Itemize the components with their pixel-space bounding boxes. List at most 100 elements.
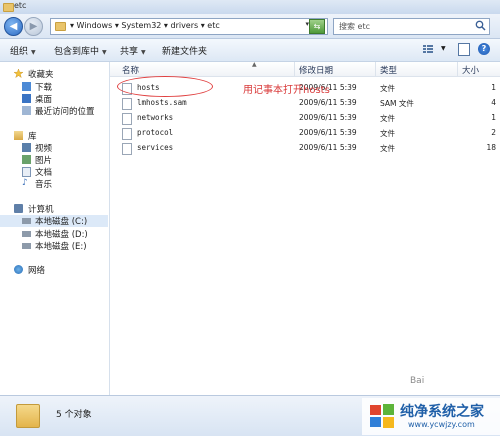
nav-music[interactable]: ♪ 音乐	[0, 178, 108, 191]
address-bar[interactable]: ▾ Windows ▾ System32 ▾ drivers ▾ etc ▾ ⇆	[50, 18, 328, 35]
nav-videos[interactable]: 视频	[0, 142, 108, 154]
sort-ascending-icon: ▲	[252, 61, 257, 68]
file-type: 文件	[380, 84, 395, 93]
item-count: 5 个对象	[56, 410, 92, 420]
include-library-button[interactable]: 包含到库中 ▼	[54, 44, 107, 57]
folder-icon	[3, 3, 14, 12]
file-row[interactable]: services 2009/6/11 5:39 文件 18	[110, 142, 500, 156]
star-icon	[14, 69, 23, 78]
nav-music-label: 音乐	[35, 180, 53, 190]
file-size: 4	[491, 98, 496, 107]
window-title: etc	[14, 1, 27, 10]
nav-favorites-label: 收藏夹	[28, 70, 54, 80]
nav-drive-c[interactable]: 本地磁盘 (C:)	[0, 215, 108, 227]
folder-icon	[16, 404, 40, 428]
nav-favorites[interactable]: 收藏夹	[0, 68, 108, 80]
nav-drive-d-label: 本地磁盘 (D:)	[35, 230, 88, 240]
nav-desktop[interactable]: 桌面	[0, 93, 108, 105]
drive-icon	[22, 231, 31, 237]
file-type: SAM 文件	[380, 99, 414, 108]
file-icon	[122, 98, 132, 110]
nav-pictures-label: 图片	[35, 156, 53, 166]
annotation-ellipse	[117, 76, 213, 97]
file-size: 2	[491, 128, 496, 137]
file-type: 文件	[380, 144, 395, 153]
command-bar: 组织 ▼ 包含到库中 ▼ 共享 ▼ 新建文件夹 ▼ ?	[0, 39, 500, 62]
nav-videos-label: 视频	[35, 144, 53, 154]
column-size[interactable]: 大小	[462, 64, 479, 76]
download-icon	[22, 82, 31, 91]
file-name: services	[137, 143, 174, 152]
chevron-down-icon[interactable]: ▼	[441, 45, 446, 52]
nav-documents-label: 文档	[35, 168, 53, 178]
include-library-label: 包含到库中	[54, 47, 100, 57]
refresh-button[interactable]: ⇆	[309, 19, 325, 34]
organize-button[interactable]: 组织 ▼	[10, 44, 36, 57]
annotation-text: 用记事本打开hosts	[243, 85, 330, 96]
nav-network[interactable]: 网络	[0, 264, 108, 276]
folder-icon	[55, 22, 66, 31]
preview-pane-icon[interactable]	[458, 43, 470, 56]
address-row: ◀ ▶ ▾ Windows ▾ System32 ▾ drivers ▾ etc…	[0, 14, 500, 39]
nav-libraries[interactable]: 库	[0, 130, 108, 142]
nav-libraries-label: 库	[28, 132, 37, 142]
picture-icon	[22, 155, 31, 164]
nav-network-label: 网络	[28, 266, 46, 276]
nav-drive-c-label: 本地磁盘 (C:)	[35, 217, 88, 227]
chevron-down-icon: ▼	[102, 49, 107, 56]
nav-pictures[interactable]: 图片	[0, 154, 108, 166]
document-icon	[22, 167, 31, 177]
drive-icon	[22, 218, 31, 224]
navigation-pane: 收藏夹 下载 桌面 最近访问的位置 库 视频 图片 文档 ♪ 音乐 计算机 本地…	[0, 62, 110, 395]
file-icon	[122, 128, 132, 140]
nav-documents[interactable]: 文档	[0, 166, 108, 178]
file-icon	[122, 113, 132, 125]
help-icon[interactable]: ?	[478, 43, 490, 55]
nav-recent-label: 最近访问的位置	[35, 107, 95, 117]
desktop-icon	[22, 94, 31, 103]
chevron-down-icon: ▼	[141, 49, 146, 56]
forward-button[interactable]: ▶	[24, 17, 43, 36]
column-name[interactable]: 名称	[122, 64, 139, 76]
windows-logo-icon	[370, 404, 394, 428]
nav-drive-e[interactable]: 本地磁盘 (E:)	[0, 240, 108, 252]
library-icon	[14, 131, 23, 140]
file-modified: 2009/6/11 5:39	[299, 128, 357, 137]
new-folder-button[interactable]: 新建文件夹	[162, 44, 207, 57]
watermark-url: www.ycwjzy.com	[408, 420, 475, 429]
column-divider[interactable]	[294, 62, 295, 76]
file-size: 1	[491, 113, 496, 122]
nav-downloads[interactable]: 下载	[0, 81, 108, 93]
network-icon	[14, 265, 23, 274]
file-name: lmhosts.sam	[137, 98, 187, 107]
file-size: 1	[491, 83, 496, 92]
file-row[interactable]: networks 2009/6/11 5:39 文件 1	[110, 112, 500, 126]
column-divider[interactable]	[375, 62, 376, 76]
nav-drive-d[interactable]: 本地磁盘 (D:)	[0, 228, 108, 240]
nav-recent[interactable]: 最近访问的位置	[0, 105, 108, 117]
search-placeholder: 搜索 etc	[339, 22, 370, 31]
file-type: 文件	[380, 114, 395, 123]
column-headers: ▲ 名称 修改日期 类型 大小	[110, 61, 500, 77]
share-button[interactable]: 共享 ▼	[120, 44, 146, 57]
watermark-logo: 纯净系统之家 www.ycwjzy.com	[362, 398, 500, 435]
search-input[interactable]: 搜索 etc	[333, 18, 490, 35]
column-divider[interactable]	[457, 62, 458, 76]
file-modified: 2009/6/11 5:39	[299, 98, 357, 107]
share-label: 共享	[120, 47, 139, 57]
file-size: 18	[486, 143, 496, 152]
nav-computer[interactable]: 计算机	[0, 203, 108, 215]
nav-computer-label: 计算机	[28, 205, 54, 215]
column-type[interactable]: 类型	[380, 64, 397, 76]
file-modified: 2009/6/11 5:39	[299, 113, 357, 122]
music-icon: ♪	[22, 178, 28, 188]
column-modified[interactable]: 修改日期	[299, 64, 333, 76]
search-icon[interactable]	[475, 20, 486, 31]
address-path[interactable]: ▾ Windows ▾ System32 ▾ drivers ▾ etc	[70, 21, 220, 30]
file-row[interactable]: lmhosts.sam 2009/6/11 5:39 SAM 文件 4	[110, 97, 500, 111]
computer-icon	[14, 204, 23, 213]
back-button[interactable]: ◀	[4, 17, 23, 36]
file-row[interactable]: protocol 2009/6/11 5:39 文件 2	[110, 127, 500, 141]
view-options-icon[interactable]	[422, 43, 434, 55]
file-modified: 2009/6/11 5:39	[299, 143, 357, 152]
